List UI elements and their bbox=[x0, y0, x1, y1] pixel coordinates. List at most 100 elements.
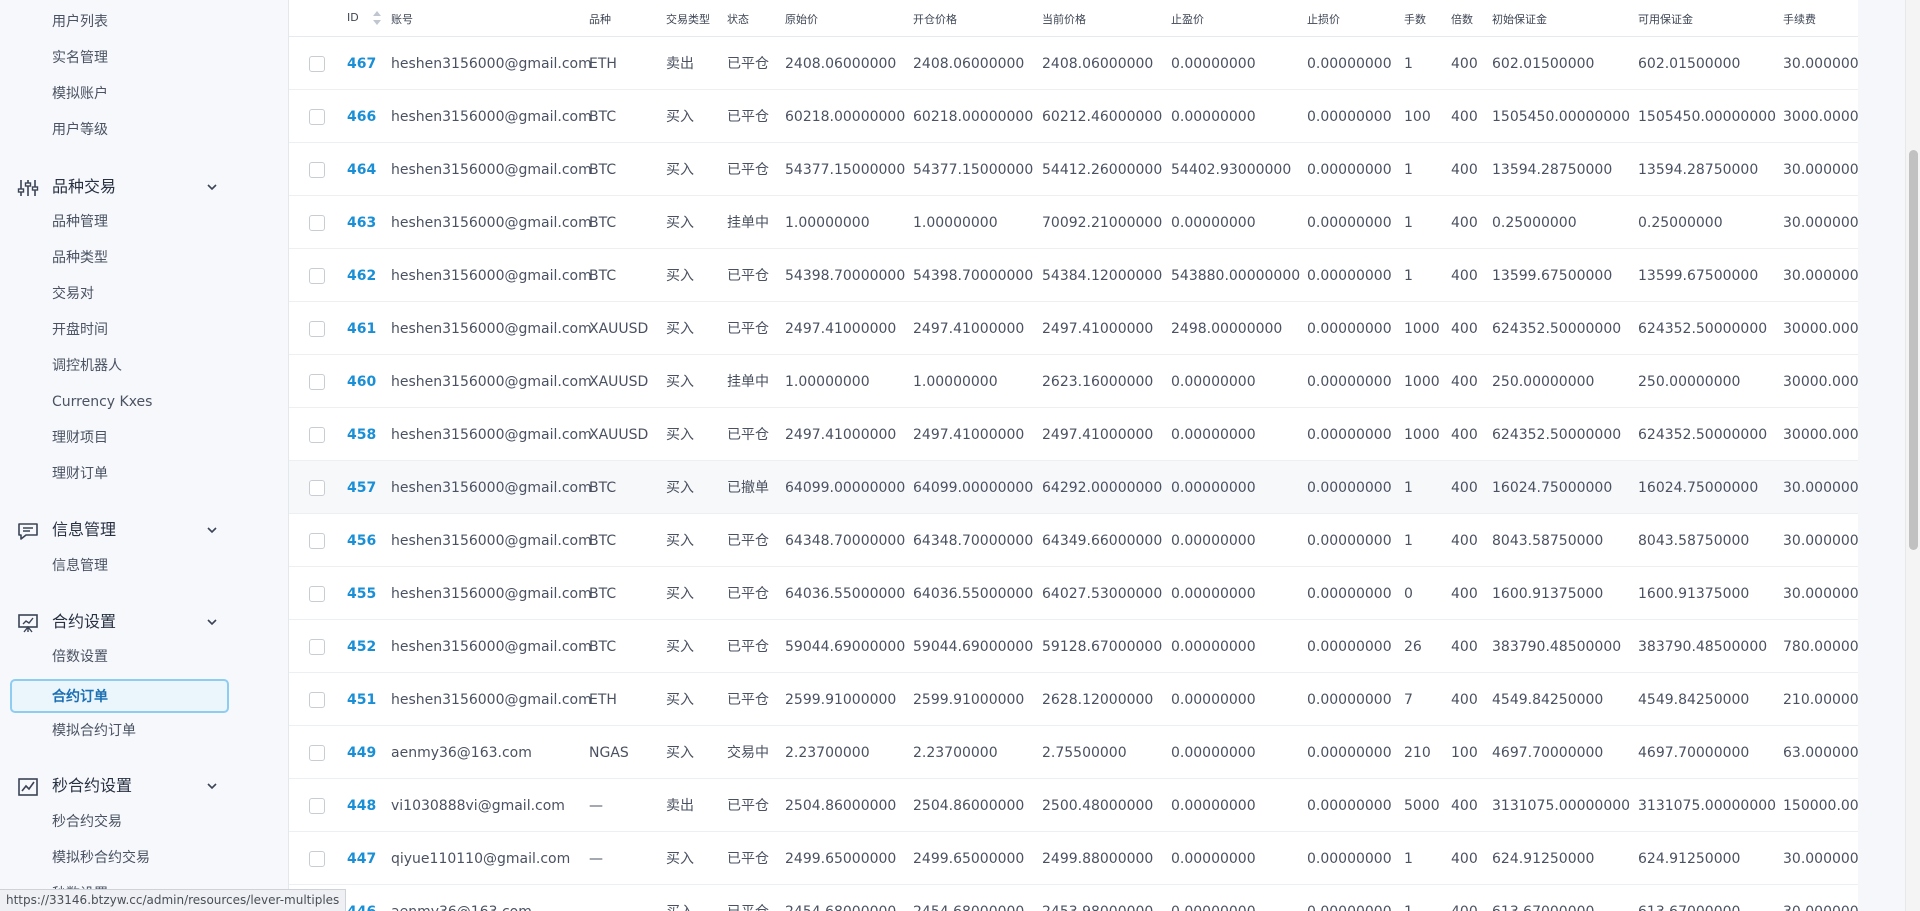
current-price-cell: 60212.46000000 bbox=[1042, 109, 1163, 125]
order-id-link[interactable]: 449 bbox=[347, 743, 376, 763]
fee-cell: 3000.0000 bbox=[1783, 109, 1858, 125]
lots-cell: 210 bbox=[1404, 745, 1431, 761]
table-row[interactable]: 463 heshen3156000@gmail.com BTC 买入 挂单中 1.0000… bbox=[289, 196, 1858, 249]
sidebar-item[interactable]: Currency Kxes bbox=[52, 392, 152, 412]
sidebar-item[interactable]: 用户列表 bbox=[52, 12, 108, 32]
chevron-down-icon[interactable] bbox=[206, 780, 218, 792]
sidebar-section-2[interactable]: 信息管理 bbox=[0, 515, 288, 545]
col-origin-price-header: 原始价 bbox=[785, 13, 818, 26]
order-id-link[interactable]: 448 bbox=[347, 796, 376, 816]
row-checkbox[interactable] bbox=[309, 427, 325, 443]
row-checkbox[interactable] bbox=[309, 56, 325, 72]
row-checkbox[interactable] bbox=[309, 533, 325, 549]
available-margin-cell: 3131075.00000000 bbox=[1638, 798, 1777, 814]
sidebar-item[interactable]: 秒合约交易 bbox=[52, 812, 122, 832]
chevron-down-icon[interactable] bbox=[206, 181, 218, 193]
order-id-link[interactable]: 446 bbox=[347, 902, 376, 911]
row-checkbox[interactable] bbox=[309, 851, 325, 867]
sidebar-item[interactable]: 品种类型 bbox=[52, 248, 108, 268]
table-row[interactable]: 462 heshen3156000@gmail.com BTC 买入 已平仓 54398.… bbox=[289, 249, 1858, 302]
origin-price-cell: 64099.00000000 bbox=[785, 480, 906, 496]
table-row[interactable]: 455 heshen3156000@gmail.com BTC 买入 已平仓 64036.… bbox=[289, 567, 1858, 620]
sidebar-item[interactable]: 模拟合约订单 bbox=[52, 721, 136, 741]
order-id-link[interactable]: 466 bbox=[347, 107, 376, 127]
row-checkbox[interactable] bbox=[309, 480, 325, 496]
order-id-link[interactable]: 462 bbox=[347, 266, 376, 286]
vertical-scrollbar[interactable] bbox=[1905, 0, 1920, 911]
sort-icon[interactable] bbox=[372, 10, 382, 26]
table-row[interactable]: 451 heshen3156000@gmail.com ETH 买入 已平仓 2599.9… bbox=[289, 673, 1858, 726]
multiple-cell: 400 bbox=[1451, 639, 1478, 655]
table-row[interactable]: 449 aenmy36@163.com NGAS 买入 交易中 2.23700000 2.2… bbox=[289, 726, 1858, 779]
sidebar-item[interactable]: 信息管理 bbox=[52, 556, 108, 576]
table-row[interactable]: 457 heshen3156000@gmail.com BTC 买入 已撤单 64099.… bbox=[289, 461, 1858, 514]
chevron-down-icon[interactable] bbox=[206, 616, 218, 628]
table-row[interactable]: 464 heshen3156000@gmail.com BTC 买入 已平仓 54377.… bbox=[289, 143, 1858, 196]
available-margin-cell: 13594.28750000 bbox=[1638, 162, 1759, 178]
table-row[interactable]: 452 heshen3156000@gmail.com BTC 买入 已平仓 59044.… bbox=[289, 620, 1858, 673]
sidebar-item[interactable]: 模拟秒合约交易 bbox=[52, 848, 150, 868]
row-checkbox[interactable] bbox=[309, 692, 325, 708]
order-id-link[interactable]: 457 bbox=[347, 478, 376, 498]
table-row[interactable]: 458 heshen3156000@gmail.com XAUUSD 买入 已平仓 249… bbox=[289, 408, 1858, 461]
order-id-link[interactable]: 464 bbox=[347, 160, 376, 180]
order-id-link[interactable]: 451 bbox=[347, 690, 376, 710]
row-checkbox[interactable] bbox=[309, 374, 325, 390]
sidebar-section-3[interactable]: 合约设置 bbox=[0, 607, 288, 637]
row-checkbox[interactable] bbox=[309, 586, 325, 602]
scrollbar-thumb[interactable] bbox=[1909, 150, 1918, 550]
order-id-link[interactable]: 452 bbox=[347, 637, 376, 657]
stop-loss-cell: 0.00000000 bbox=[1307, 851, 1392, 867]
lots-cell: 1000 bbox=[1404, 427, 1440, 443]
table-row[interactable]: 466 heshen3156000@gmail.com BTC 买入 已平仓 60218.… bbox=[289, 90, 1858, 143]
sidebar-item[interactable]: 倍数设置 bbox=[52, 647, 108, 667]
row-checkbox[interactable] bbox=[309, 321, 325, 337]
fee-cell: 30000.000 bbox=[1783, 321, 1858, 337]
lots-cell: 5000 bbox=[1404, 798, 1440, 814]
row-checkbox[interactable] bbox=[309, 639, 325, 655]
active-menu-label[interactable]: 合约订单 bbox=[52, 687, 108, 707]
open-price-cell: 2.23700000 bbox=[913, 745, 998, 761]
sidebar-item[interactable]: 品种管理 bbox=[52, 212, 108, 232]
order-id-link[interactable]: 463 bbox=[347, 213, 376, 233]
status-cell: 已平仓 bbox=[727, 427, 769, 443]
symbol-cell: ETH bbox=[589, 56, 617, 72]
order-id-link[interactable]: 447 bbox=[347, 849, 376, 869]
row-checkbox[interactable] bbox=[309, 798, 325, 814]
sidebar-item[interactable]: 开盘时间 bbox=[52, 320, 108, 340]
order-id-link[interactable]: 461 bbox=[347, 319, 376, 339]
order-id-link[interactable]: 455 bbox=[347, 584, 376, 604]
sidebar-item[interactable]: 用户等级 bbox=[52, 120, 108, 140]
row-checkbox[interactable] bbox=[309, 109, 325, 125]
stop-loss-cell: 0.00000000 bbox=[1307, 480, 1392, 496]
current-price-cell: 59128.67000000 bbox=[1042, 639, 1163, 655]
order-id-link[interactable]: 460 bbox=[347, 372, 376, 392]
active-menu-highlight[interactable]: 合约订单 bbox=[10, 679, 229, 713]
sidebar-item[interactable]: 理财项目 bbox=[52, 428, 108, 448]
sidebar-item[interactable]: 理财订单 bbox=[52, 464, 108, 484]
open-price-cell: 2499.65000000 bbox=[913, 851, 1025, 867]
sidebar-section-1[interactable]: 品种交易 bbox=[0, 172, 288, 202]
row-checkbox[interactable] bbox=[309, 268, 325, 284]
table-row[interactable]: 446 aenmy36@163.com 买入 已平仓 2454.68000000 2454… bbox=[289, 885, 1858, 911]
row-checkbox[interactable] bbox=[309, 162, 325, 178]
origin-price-cell: 54398.70000000 bbox=[785, 268, 906, 284]
table-row[interactable]: 461 heshen3156000@gmail.com XAUUSD 买入 已平仓 249… bbox=[289, 302, 1858, 355]
table-row[interactable]: 448 vi1030888vi@gmail.com — 卖出 已平仓 2504.86000… bbox=[289, 779, 1858, 832]
table-row[interactable]: 460 heshen3156000@gmail.com XAUUSD 买入 挂单中 1.0… bbox=[289, 355, 1858, 408]
table-row[interactable]: 447 qiyue110110@gmail.com — 买入 已平仓 2499.65000… bbox=[289, 832, 1858, 885]
order-id-link[interactable]: 458 bbox=[347, 425, 376, 445]
sidebar-section-4[interactable]: 秒合约设置 bbox=[0, 771, 288, 801]
order-id-link[interactable]: 456 bbox=[347, 531, 376, 551]
chevron-down-icon[interactable] bbox=[206, 524, 218, 536]
table-row[interactable]: 467 heshen3156000@gmail.com ETH 卖出 已平仓 2408.0… bbox=[289, 37, 1858, 90]
sidebar-item[interactable]: 调控机器人 bbox=[52, 356, 122, 376]
symbol-cell: BTC bbox=[589, 533, 617, 549]
row-checkbox[interactable] bbox=[309, 215, 325, 231]
table-row[interactable]: 456 heshen3156000@gmail.com BTC 买入 已平仓 64348.… bbox=[289, 514, 1858, 567]
sidebar-item[interactable]: 交易对 bbox=[52, 284, 94, 304]
sidebar-item[interactable]: 实名管理 bbox=[52, 48, 108, 68]
order-id-link[interactable]: 467 bbox=[347, 54, 376, 74]
sidebar-item[interactable]: 模拟账户 bbox=[52, 84, 108, 104]
row-checkbox[interactable] bbox=[309, 745, 325, 761]
